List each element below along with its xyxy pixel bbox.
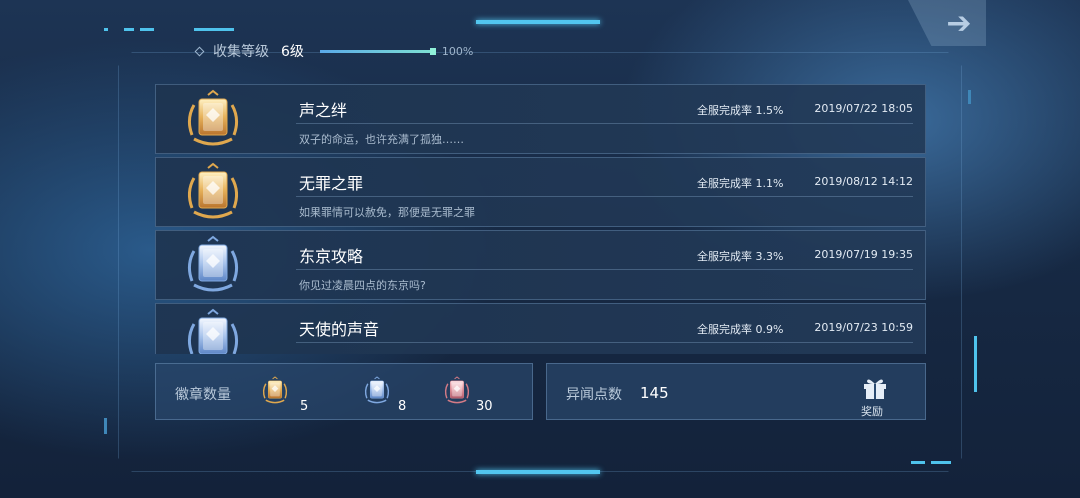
red-badge-icon: [442, 376, 472, 406]
arrow-right-icon: ➔: [946, 5, 972, 41]
collection-level-value: 6级: [281, 44, 304, 60]
top-accent-bar: [476, 20, 600, 24]
points-label: 异闻点数: [566, 387, 622, 403]
achievement-completion-rate: 全服完成率 1.5%: [697, 104, 784, 117]
achievement-completion-rate: 全服完成率 0.9%: [697, 323, 784, 336]
achievement-completion-rate: 全服完成率 3.3%: [697, 250, 784, 263]
gold-badge-icon: [182, 162, 244, 224]
blue-badge-icon: [182, 308, 244, 354]
diamond-icon: [194, 46, 205, 56]
points-value: 145: [640, 384, 669, 402]
points-panel: 异闻点数 145 奖励: [546, 363, 926, 420]
progress-percent: 100%: [441, 44, 474, 58]
back-button[interactable]: ➔: [908, 0, 986, 46]
red-badge-count: 30: [476, 399, 493, 414]
row-divider: [296, 269, 913, 270]
achievement-date: 2019/07/19 19:35: [814, 248, 913, 261]
achievement-title: 无罪之罪: [299, 174, 364, 193]
achievement-date: 2019/07/22 18:05: [814, 102, 913, 115]
achievement-list[interactable]: 声之绊 全服完成率 1.5% 2019/07/22 18:05 双子的命运，也许…: [155, 84, 926, 354]
badge-count-label: 徽章数量: [175, 387, 231, 403]
blue-badge-icon: [182, 235, 244, 297]
achievement-row[interactable]: 天使的声音 全服完成率 0.9% 2019/07/23 10:59: [155, 303, 926, 354]
achievement-description: 如果罪情可以赦免，那便是无罪之罪: [299, 206, 475, 219]
achievement-row[interactable]: 无罪之罪 全服完成率 1.1% 2019/08/12 14:12 如果罪情可以赦…: [155, 157, 926, 227]
progress-knob: [429, 47, 436, 55]
deco-vline: [968, 90, 971, 104]
achievement-row[interactable]: 声之绊 全服完成率 1.5% 2019/07/22 18:05 双子的命运，也许…: [155, 84, 926, 154]
reward-button[interactable]: 奖励: [853, 368, 899, 418]
achievement-title: 东京攻略: [299, 247, 364, 266]
deco-dash: [911, 461, 925, 464]
achievement-completion-rate: 全服完成率 1.1%: [697, 177, 784, 190]
deco-vline: [104, 418, 107, 434]
row-divider: [296, 123, 913, 124]
deco-dash: [124, 28, 134, 31]
deco-dot: [104, 28, 108, 31]
bottom-accent-bar: [476, 470, 600, 474]
gold-badge-count: 5: [300, 399, 309, 414]
achievement-description: 双子的命运，也许充满了孤独……: [299, 133, 464, 146]
blue-badge-count: 8: [398, 399, 407, 414]
achievement-title: 声之绊: [299, 101, 348, 120]
badge-count-panel: 徽章数量 5 8 30: [155, 363, 533, 420]
progress-fill: [319, 49, 436, 53]
deco-vline: [974, 336, 977, 392]
blue-badge-icon: [362, 376, 392, 406]
reward-label: 奖励: [861, 405, 883, 418]
gold-badge-icon: [260, 376, 290, 406]
achievement-title: 天使的声音: [299, 320, 380, 339]
achievement-row[interactable]: 东京攻略 全服完成率 3.3% 2019/07/19 19:35 你见过凌晨四点…: [155, 230, 926, 300]
deco-dash: [194, 28, 234, 31]
achievement-date: 2019/07/23 10:59: [814, 321, 913, 334]
row-divider: [296, 342, 913, 343]
deco-dash: [140, 28, 154, 31]
gift-icon: [864, 379, 886, 399]
collection-level-label: 收集等级: [213, 44, 269, 60]
gold-badge-icon: [182, 89, 244, 151]
achievement-date: 2019/08/12 14:12: [814, 175, 913, 188]
collection-level-header: 收集等级 6级 100%: [194, 41, 474, 61]
deco-dash: [931, 461, 951, 464]
row-divider: [296, 196, 913, 197]
collection-progress-bar: [319, 47, 436, 55]
achievement-description: 你见过凌晨四点的东京吗?: [299, 279, 426, 292]
